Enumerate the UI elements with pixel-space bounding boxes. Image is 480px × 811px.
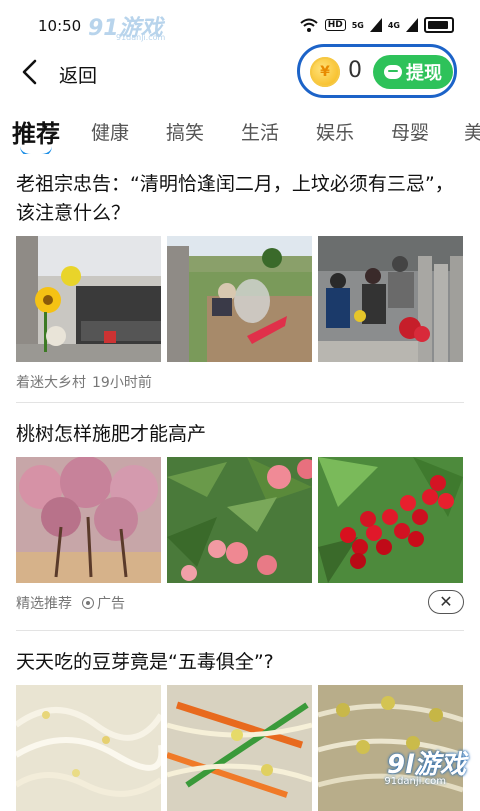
watermark-logo: 9l游戏 91danji.com: [384, 750, 466, 787]
article-card[interactable]: 老祖宗忠告：“清明恰逢闰二月，上坟必须有三忌”，该注意什么？ 着迷大乡村 19小…: [16, 170, 464, 392]
ad-card[interactable]: 桃树怎样施肥才能高产 精选推荐 广告 ✕: [16, 420, 464, 614]
ad-icon: [82, 597, 94, 609]
article-title[interactable]: 天天吃的豆芽竟是“五毒俱全”?: [16, 648, 464, 677]
tab-funny[interactable]: 搞笑: [166, 118, 204, 145]
article-images: [16, 457, 464, 583]
hd-badge: HD: [324, 19, 346, 31]
bean-sprouts-photo[interactable]: [16, 685, 161, 811]
tab-parenting[interactable]: 母婴: [391, 118, 429, 145]
signal-5g-label: 5G: [351, 20, 364, 30]
peach-fruit-photo[interactable]: [167, 457, 312, 583]
status-bar: 10:50 91游戏 91danji.com HD 5G 4G: [0, 0, 480, 42]
article-meta: 着迷大乡村 19小时前: [16, 372, 464, 392]
dismiss-ad-button[interactable]: ✕: [428, 590, 464, 614]
signal-bars-icon: [406, 18, 418, 32]
tab-entertainment[interactable]: 娱乐: [316, 118, 354, 145]
article-source: 着迷大乡村: [16, 375, 86, 391]
grave-flowers-photo[interactable]: [16, 236, 161, 362]
withdraw-label: 提现: [406, 63, 442, 84]
coin-icon: ¥: [310, 57, 340, 87]
top-bar: 返回 ¥ 0 提现: [0, 44, 480, 100]
watermark-logo: 91游戏 91danji.com: [88, 16, 166, 42]
peach-orchard-photo[interactable]: [16, 457, 161, 583]
wechat-icon: [384, 65, 402, 79]
divider: [16, 630, 464, 631]
article-meta: 精选推荐 广告 ✕: [16, 590, 464, 614]
article-time: 19小时前: [92, 375, 152, 391]
tab-recommended[interactable]: 推荐: [12, 114, 60, 149]
cemetery-visitors-photo[interactable]: [318, 236, 463, 362]
article-title[interactable]: 桃树怎样施肥才能高产: [16, 420, 464, 449]
ad-tag: 广告: [82, 593, 125, 613]
article-images: [16, 236, 464, 362]
battery-icon: [424, 17, 454, 33]
tab-beauty[interactable]: 美: [464, 118, 480, 145]
burning-offerings-photo[interactable]: [167, 236, 312, 362]
ad-source: 精选推荐: [16, 596, 72, 612]
active-tab-indicator: [20, 146, 52, 154]
close-icon: ✕: [439, 592, 453, 611]
coin-count: 0: [348, 58, 362, 83]
tab-health[interactable]: 健康: [91, 118, 129, 145]
signal-4g-label: 4G: [387, 20, 400, 30]
cherries-photo[interactable]: [318, 457, 463, 583]
clock: 10:50: [38, 17, 82, 35]
divider: [16, 402, 464, 403]
signal-bars-icon: [369, 18, 382, 32]
wifi-icon: [300, 18, 318, 32]
back-button[interactable]: 返回: [59, 61, 97, 88]
withdraw-button[interactable]: 提现: [373, 55, 453, 89]
category-tabs: 推荐 健康 搞笑 生活 娱乐 母婴 美: [0, 110, 480, 154]
system-icons: HD 5G 4G: [299, 16, 454, 34]
back-arrow-icon[interactable]: [18, 58, 42, 86]
tab-life[interactable]: 生活: [241, 118, 279, 145]
article-title[interactable]: 老祖宗忠告：“清明恰逢闰二月，上坟必须有三忌”，该注意什么？: [16, 170, 464, 228]
sprout-stirfry-photo[interactable]: [167, 685, 312, 811]
wallet-widget: ¥ 0 提现: [297, 44, 457, 98]
